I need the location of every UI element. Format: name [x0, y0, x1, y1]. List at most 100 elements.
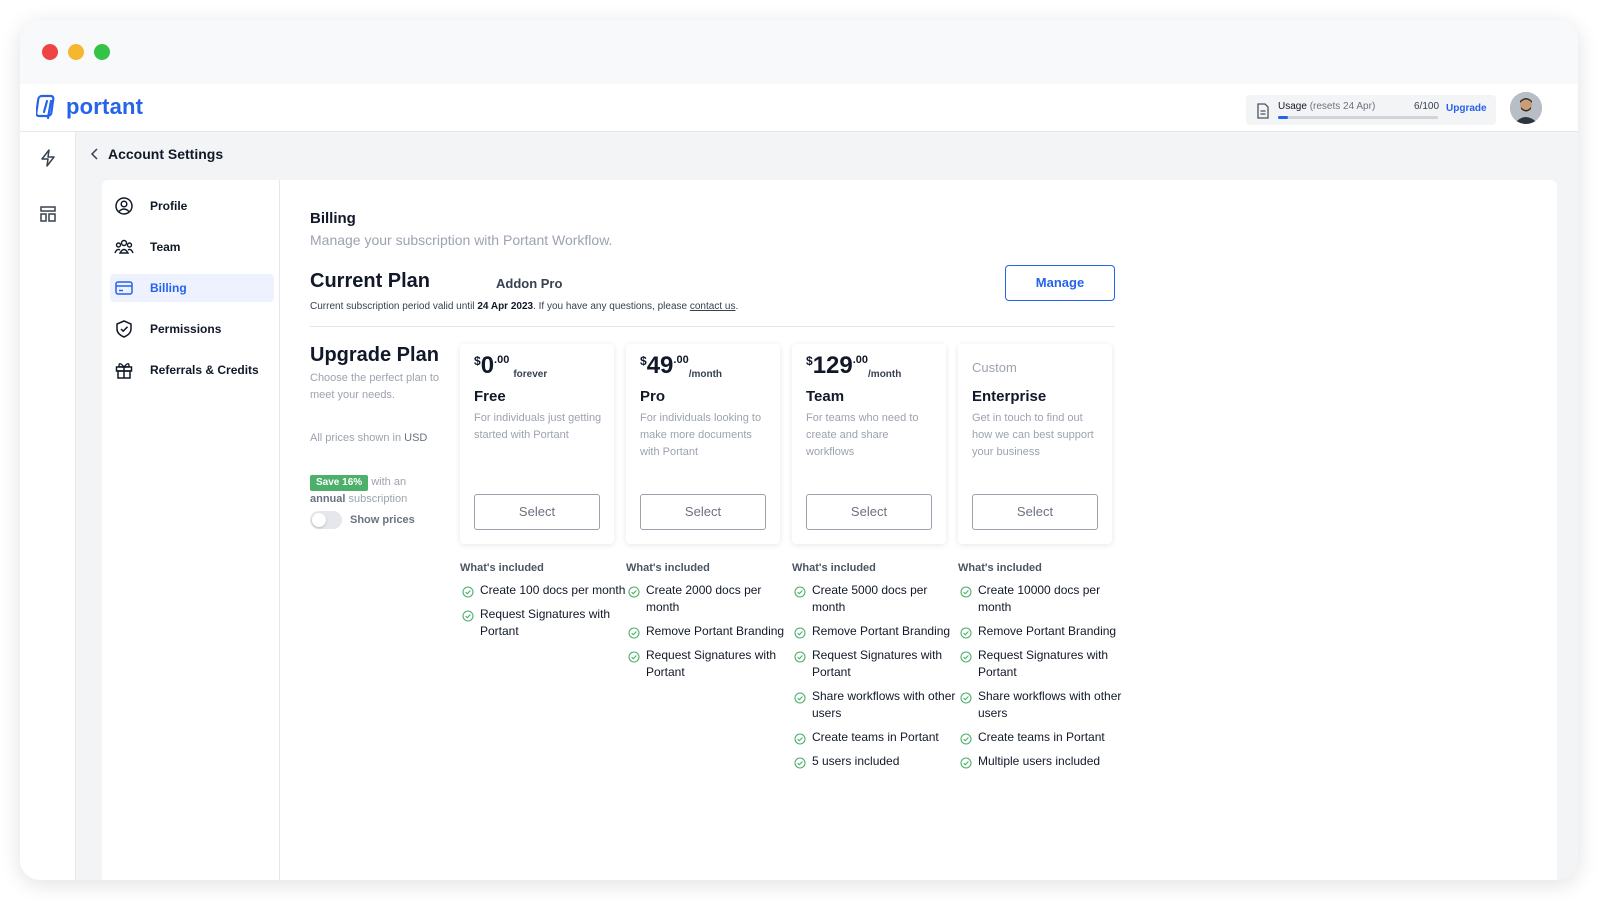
sidebar-item-label: Billing: [150, 281, 187, 295]
user-avatar[interactable]: [1510, 92, 1542, 124]
templates-icon[interactable]: [38, 204, 58, 224]
sidebar-item-label: Profile: [150, 199, 188, 213]
portant-logo-icon: [36, 94, 55, 120]
show-prices-toggle[interactable]: [310, 511, 342, 529]
feature-text: Remove Portant Branding: [978, 624, 1117, 638]
users-icon: [114, 239, 134, 254]
feature-text: 5 users included: [812, 754, 900, 768]
sidebar-item-label: Team: [150, 240, 181, 254]
feature-item: Create teams in Portant: [792, 729, 962, 746]
feature-text: Create 5000 docs per month: [812, 583, 928, 614]
feature-text: Create 2000 docs per month: [646, 583, 762, 614]
check-circle-icon: [462, 586, 474, 598]
feature-text: Share workflows with other users: [978, 689, 1122, 720]
feature-text: Remove Portant Branding: [646, 624, 785, 638]
check-circle-icon: [794, 586, 806, 598]
check-circle-icon: [794, 757, 806, 769]
sidebar-item-label: Referrals & Credits: [150, 363, 259, 377]
sidebar-item-profile[interactable]: Profile: [110, 192, 274, 220]
feature-text: Multiple users included: [978, 754, 1101, 768]
check-circle-icon: [960, 733, 972, 745]
page-title: Account Settings: [108, 146, 224, 162]
feature-item: Request Signatures with Portant: [958, 647, 1128, 681]
lightning-icon[interactable]: [38, 148, 58, 168]
plan-description: For individuals looking to make more doc…: [640, 412, 762, 458]
subscription-end-date: 24 Apr 2023: [477, 301, 534, 312]
logo-text: portant: [66, 94, 144, 119]
features-heading: What's included: [626, 562, 710, 574]
feature-item: 5 users included: [792, 753, 962, 770]
toggle-knob: [312, 513, 326, 527]
app-window: portant Usage (resets 24 Apr) 6/100 Upgr…: [20, 20, 1578, 880]
feature-item: Share workflows with other users: [958, 688, 1128, 722]
check-circle-icon: [628, 586, 640, 598]
sidebar-item-billing[interactable]: Billing: [110, 274, 274, 302]
upgrade-link[interactable]: Upgrade: [1446, 103, 1487, 114]
billing-subtitle: Manage your subscription with Portant Wo…: [310, 232, 613, 248]
feature-item: Remove Portant Branding: [792, 623, 962, 640]
check-circle-icon: [960, 757, 972, 769]
check-circle-icon: [628, 627, 640, 639]
feature-item: Multiple users included: [958, 753, 1128, 770]
features-free: What's included Create 100 docs per mont…: [460, 562, 630, 647]
select-free-button[interactable]: Select: [474, 494, 600, 530]
check-circle-icon: [628, 651, 640, 663]
feature-item: Remove Portant Branding: [958, 623, 1128, 640]
feature-item: Create 100 docs per month: [460, 582, 630, 599]
plan-name: Enterprise: [972, 388, 1047, 405]
upgrade-plan-subtitle: Choose the perfect plan to meet your nee…: [310, 372, 440, 401]
breadcrumb: Account Settings: [90, 146, 223, 162]
check-circle-icon: [794, 651, 806, 663]
plan-description: Get in touch to find out how we can best…: [972, 412, 1094, 458]
check-circle-icon: [794, 692, 806, 704]
credit-card-icon: [115, 281, 133, 295]
current-plan-heading: Current Plan: [310, 270, 431, 292]
features-pro: What's included Create 2000 docs per mon…: [626, 562, 796, 688]
features-heading: What's included: [958, 562, 1042, 574]
sidebar-item-referrals[interactable]: Referrals & Credits: [110, 356, 274, 384]
minimize-window-button[interactable]: [68, 44, 84, 60]
select-pro-button[interactable]: Select: [640, 494, 766, 530]
settings-sidebar: Profile Team Billing Permissions Referra…: [102, 180, 280, 880]
feature-text: Request Signatures with Portant: [978, 648, 1109, 679]
plan-name: Free: [474, 388, 506, 405]
feature-item: Share workflows with other users: [792, 688, 962, 722]
select-enterprise-button[interactable]: Select: [972, 494, 1098, 530]
close-window-button[interactable]: [42, 44, 58, 60]
check-circle-icon: [960, 692, 972, 704]
document-icon: [1257, 103, 1269, 119]
feature-item: Create 10000 docs per month: [958, 582, 1128, 616]
feature-text: Create 100 docs per month: [480, 583, 626, 597]
contact-us-link[interactable]: contact us: [690, 301, 736, 312]
sidebar-item-label: Permissions: [150, 322, 222, 336]
currency-note: All prices shown in USD: [310, 432, 428, 444]
billing-heading: Billing: [310, 210, 356, 227]
shield-check-icon: [116, 320, 132, 338]
usage-progress-fill: [1278, 116, 1288, 119]
subscription-note: Current subscription period valid until …: [310, 301, 739, 312]
plan-card-pro: $49.00/month Pro For individuals looking…: [626, 344, 780, 544]
plan-card-enterprise: Custom Enterprise Get in touch to find o…: [958, 344, 1112, 544]
maximize-window-button[interactable]: [94, 44, 110, 60]
sidebar-item-permissions[interactable]: Permissions: [110, 315, 274, 343]
top-bar: portant Usage (resets 24 Apr) 6/100 Upgr…: [20, 84, 1578, 132]
upgrade-plan-heading: Upgrade Plan: [310, 344, 439, 366]
feature-text: Request Signatures with Portant: [812, 648, 943, 679]
plan-price-custom: Custom: [972, 360, 1017, 375]
check-circle-icon: [960, 651, 972, 663]
left-rail: [20, 132, 76, 880]
feature-item: Request Signatures with Portant: [792, 647, 962, 681]
avatar-image: [1510, 92, 1542, 124]
feature-item: Request Signatures with Portant: [626, 647, 796, 681]
select-team-button[interactable]: Select: [806, 494, 932, 530]
feature-item: Remove Portant Branding: [626, 623, 796, 640]
sidebar-item-team[interactable]: Team: [110, 233, 274, 261]
usage-widget: Usage (resets 24 Apr) 6/100 Upgrade: [1246, 95, 1496, 125]
feature-text: Create 10000 docs per month: [978, 583, 1101, 614]
chevron-left-icon[interactable]: [90, 148, 100, 160]
feature-text: Request Signatures with Portant: [480, 607, 611, 638]
manage-button[interactable]: Manage: [1005, 265, 1115, 301]
app-logo[interactable]: portant: [36, 94, 143, 120]
plan-card-team: $129.00/month Team For teams who need to…: [792, 344, 946, 544]
check-circle-icon: [794, 733, 806, 745]
